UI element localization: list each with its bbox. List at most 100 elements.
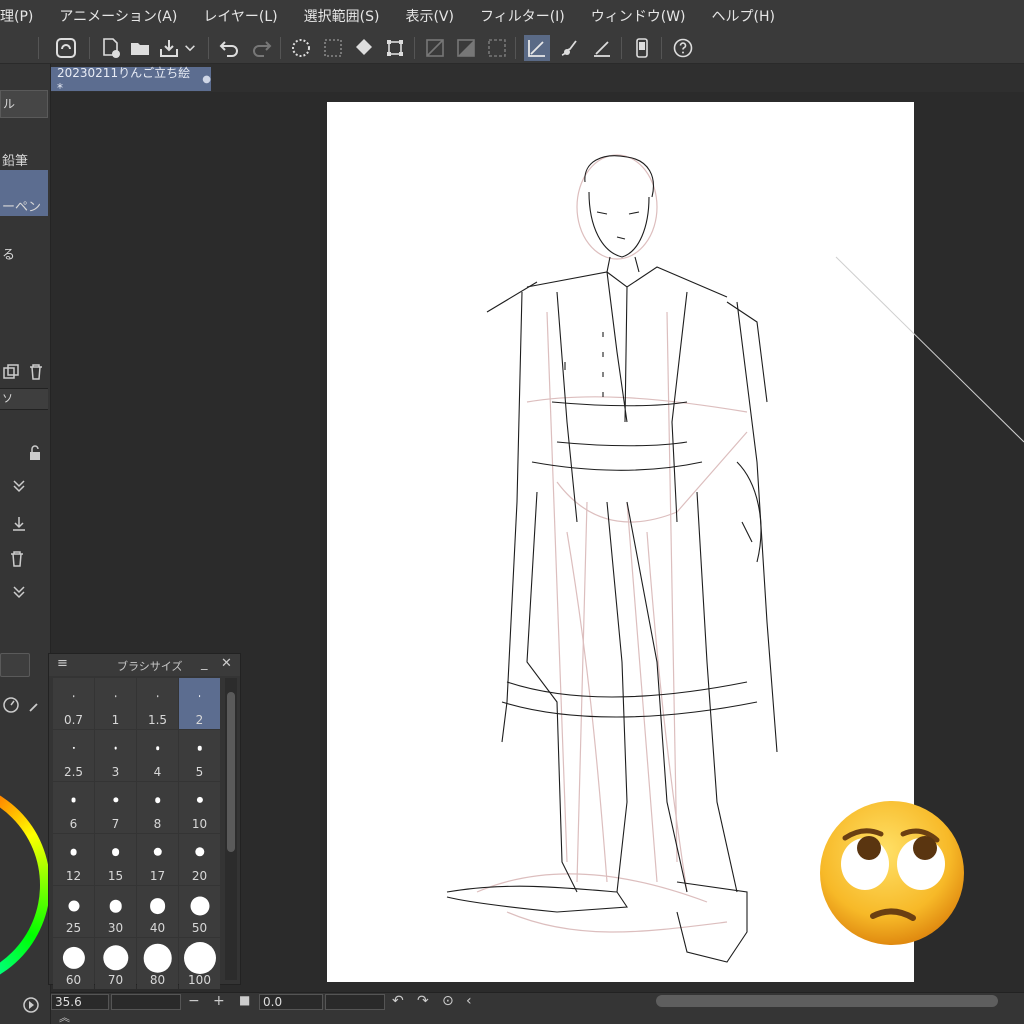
brush-size-option[interactable]: 100 [179, 938, 220, 989]
trash-icon[interactable] [6, 548, 28, 570]
menu-help[interactable]: ヘルプ(H) [699, 6, 788, 26]
brush-size-option[interactable]: 1 [95, 678, 136, 729]
sub-tool-pencil[interactable]: 鉛筆 [0, 150, 48, 169]
minimize-icon[interactable]: _ [201, 656, 208, 671]
sub-tool-item[interactable]: る [0, 244, 48, 263]
device-icon[interactable] [629, 35, 655, 61]
command-bar [0, 32, 1024, 64]
menu-layer[interactable]: レイヤー(L) [190, 6, 290, 26]
brush-size-label: 12 [65, 869, 82, 883]
open-folder-icon[interactable] [127, 35, 153, 61]
ruler-snap-icon[interactable] [524, 35, 550, 61]
brush-size-option[interactable]: 6 [53, 782, 94, 833]
palette-scrollbar[interactable] [225, 678, 237, 980]
palette-menu-icon[interactable]: ≡ [57, 656, 68, 671]
loading-icon[interactable] [288, 35, 314, 61]
save-icon[interactable] [156, 35, 182, 61]
double-chevron-down-icon[interactable] [8, 581, 30, 603]
brush-size-option[interactable]: 15 [95, 834, 136, 885]
zoom-slider[interactable] [111, 994, 181, 1010]
zoom-out-button[interactable]: − [188, 993, 200, 1009]
brush-size-label: 30 [107, 921, 124, 935]
rotate-right-icon[interactable]: ↷ [417, 993, 429, 1009]
brush-size-option[interactable]: 1.5 [137, 678, 178, 729]
brush-size-option[interactable]: 4 [137, 730, 178, 781]
invert-selection-icon[interactable] [453, 35, 479, 61]
brush-size-label: 20 [191, 869, 208, 883]
brush-size-option[interactable]: 2 [179, 678, 220, 729]
menu-manage[interactable]: 管理(P) [0, 6, 46, 26]
property-tab[interactable]: ソ [0, 388, 48, 410]
brush-size-option[interactable]: 10 [179, 782, 220, 833]
menu-animation[interactable]: アニメーション(A) [46, 6, 190, 26]
transform-icon[interactable] [382, 35, 408, 61]
double-chevron-down-icon[interactable] [8, 475, 30, 497]
brush-size-option[interactable]: 70 [95, 938, 136, 989]
brush-size-option[interactable]: 5 [179, 730, 220, 781]
rotation-field[interactable]: 0.0 [259, 994, 323, 1010]
brush-size-option[interactable]: 25 [53, 886, 94, 937]
trash-icon[interactable] [25, 361, 47, 383]
reset-rotation-icon[interactable]: ⊙ [442, 993, 454, 1009]
new-file-icon[interactable] [98, 35, 124, 61]
crop-icon[interactable] [422, 35, 448, 61]
help-icon[interactable] [670, 35, 696, 61]
sub-tool-pen[interactable]: ーペン [0, 170, 48, 216]
brush-size-option[interactable]: 30 [95, 886, 136, 937]
brush-size-option[interactable]: 3 [95, 730, 136, 781]
duplicate-icon[interactable] [0, 361, 22, 383]
app-window: 管理(P) アニメーション(A) レイヤー(L) 選択範囲(S) 表示(V) フ… [0, 0, 1024, 1024]
rotation-slider[interactable] [325, 994, 385, 1010]
brush-size-label: 80 [149, 973, 166, 987]
brush-size-option[interactable]: 17 [137, 834, 178, 885]
document-tab[interactable]: 20230211りんご立ち絵* ● [51, 66, 211, 95]
brush-size-option[interactable]: 2.5 [53, 730, 94, 781]
brush-size-option[interactable]: 12 [53, 834, 94, 885]
scrollbar-thumb[interactable] [227, 692, 235, 852]
menu-view[interactable]: 表示(V) [392, 6, 467, 26]
chevron-down-icon[interactable] [182, 35, 198, 61]
brush-size-label: 2 [195, 713, 204, 727]
brush-size-option[interactable]: 40 [137, 886, 178, 937]
toolbar-separator [414, 37, 415, 59]
dial-icon[interactable] [0, 694, 22, 716]
expand-icon[interactable]: ︽ [59, 1009, 70, 1024]
cloud-logo-icon[interactable] [53, 35, 79, 61]
brush-size-option[interactable]: 7 [95, 782, 136, 833]
brush-size-option[interactable]: 8 [137, 782, 178, 833]
undo-icon[interactable] [217, 35, 243, 61]
brush-size-dot [183, 942, 216, 974]
brush-size-dot [111, 848, 120, 856]
brush-size-option[interactable]: 60 [53, 938, 94, 989]
horizontal-scrollbar[interactable] [656, 995, 998, 1007]
status-bar: 35.6 − + ■ 0.0 ↶ ↷ ⊙ ‹ ︽ [51, 992, 1024, 1024]
play-icon[interactable] [20, 994, 42, 1016]
brush-snap-icon[interactable] [556, 35, 582, 61]
download-icon[interactable] [8, 513, 30, 535]
fill-icon[interactable] [351, 35, 377, 61]
fit-button[interactable]: ■ [239, 993, 250, 1007]
wrench-icon[interactable] [25, 694, 47, 716]
menu-selection[interactable]: 選択範囲(S) [291, 6, 393, 26]
selection-border-icon[interactable] [484, 35, 510, 61]
brush-size-option[interactable]: 80 [137, 938, 178, 989]
brush-size-option[interactable]: 50 [179, 886, 220, 937]
menu-filter[interactable]: フィルター(I) [467, 6, 578, 26]
ruler-icon[interactable] [589, 35, 615, 61]
clear-selection-icon[interactable] [320, 35, 346, 61]
tool-tab[interactable]: ル [0, 90, 48, 118]
menu-window[interactable]: ウィンドウ(W) [578, 6, 699, 26]
brush-size-option[interactable]: 20 [179, 834, 220, 885]
brush-size-dot [190, 896, 209, 916]
lock-icon[interactable] [24, 442, 46, 464]
zoom-in-button[interactable]: + [213, 993, 225, 1009]
rotate-left-icon[interactable]: ↶ [392, 993, 404, 1009]
blend-dropdown[interactable] [0, 653, 30, 677]
zoom-field[interactable]: 35.6 [51, 994, 109, 1010]
brush-size-label: 5 [195, 765, 204, 779]
scroll-left-icon[interactable]: ‹ [466, 993, 472, 1009]
brush-size-option[interactable]: 0.7 [53, 678, 94, 729]
close-icon[interactable]: ✕ [221, 656, 232, 671]
redo-icon[interactable] [248, 35, 274, 61]
document-tab-bar: 20230211りんご立ち絵* ● [0, 64, 1024, 95]
